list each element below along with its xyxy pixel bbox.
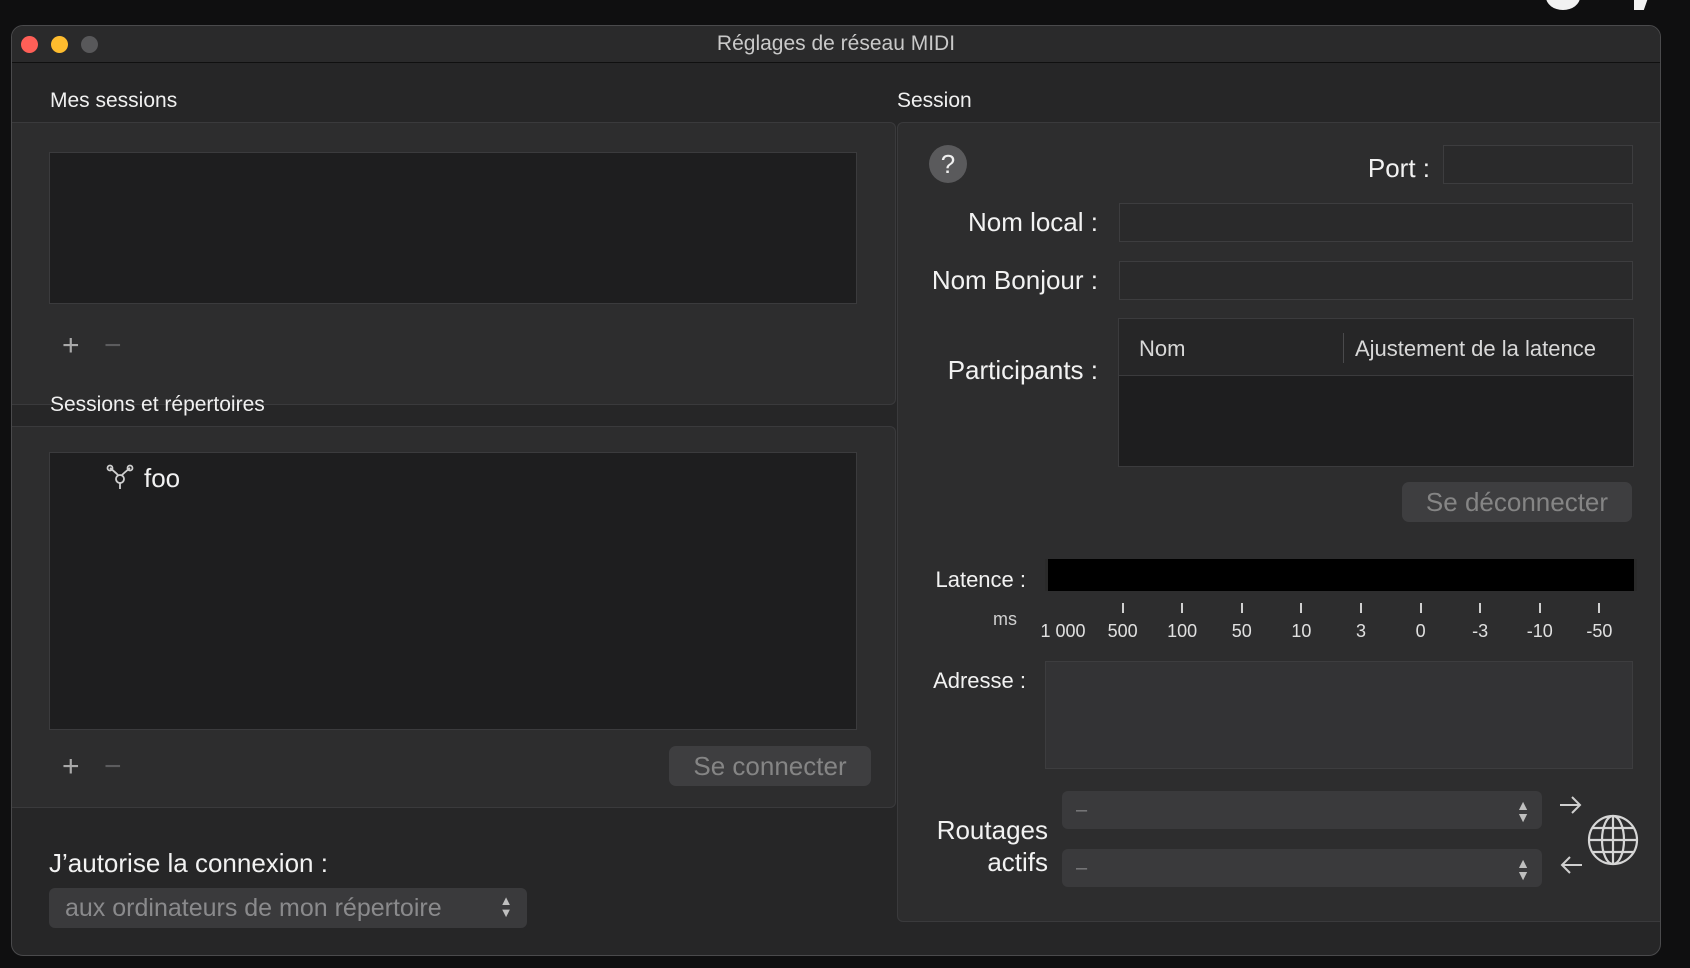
- chevron-up-down-icon: ▲ ▼: [499, 893, 513, 920]
- window-title: Réglages de réseau MIDI: [716, 32, 956, 55]
- directory-panel: foo + − Se connecter: [12, 426, 896, 808]
- add-session-button[interactable]: +: [62, 331, 80, 361]
- latency-tick: [1121, 603, 1124, 613]
- local-name-label: Nom local :: [967, 207, 1098, 237]
- routing-out-select[interactable]: – ▲ ▼: [1062, 791, 1542, 829]
- bonjour-name-field[interactable]: [1119, 261, 1633, 300]
- connect-button[interactable]: Se connecter: [669, 746, 871, 786]
- latency-tick: [1538, 603, 1541, 613]
- my-sessions-title: Mes sessions: [50, 89, 178, 112]
- add-directory-button[interactable]: +: [62, 752, 80, 782]
- arrow-right-icon: [1558, 793, 1584, 822]
- participants-label: Participants :: [947, 355, 1098, 385]
- globe-icon: [1586, 813, 1640, 872]
- my-sessions-list[interactable]: [49, 152, 857, 304]
- title-bar: Réglages de réseau MIDI: [12, 26, 1660, 63]
- port-field[interactable]: [1443, 145, 1633, 184]
- column-header-latency[interactable]: Ajustement de la latence: [1355, 336, 1596, 362]
- participants-header: Nom Ajustement de la latence: [1119, 319, 1633, 376]
- midi-network-window: Réglages de réseau MIDI Mes sessions + −…: [11, 25, 1661, 956]
- disconnect-button[interactable]: Se déconnecter: [1402, 482, 1632, 522]
- my-sessions-panel: + −: [12, 122, 896, 405]
- latency-tick-label: -3: [1472, 621, 1489, 641]
- remove-session-button[interactable]: −: [104, 331, 122, 361]
- directory-item-label: foo: [144, 463, 181, 493]
- session-panel: ? Port : Nom local : Nom Bonjour : Parti…: [897, 122, 1660, 922]
- latency-tick-label: -10: [1526, 621, 1553, 641]
- help-button[interactable]: ?: [929, 145, 967, 183]
- chevron-up-down-icon: ▲ ▼: [1516, 797, 1530, 825]
- allow-connection-value: aux ordinateurs de mon répertoire: [65, 894, 442, 922]
- routing-in-select[interactable]: – ▲ ▼: [1062, 849, 1542, 887]
- allow-connection-select[interactable]: aux ordinateurs de mon répertoire ▲ ▼: [49, 888, 527, 928]
- address-field: [1045, 661, 1633, 769]
- latency-tick-label: 0: [1415, 621, 1426, 641]
- remove-directory-button[interactable]: −: [104, 752, 122, 782]
- latency-tick-label: 3: [1355, 621, 1367, 641]
- latency-tick: [1360, 603, 1362, 613]
- latency-tick-label: 10: [1291, 621, 1312, 641]
- address-label: Adresse :: [933, 668, 1026, 693]
- latency-tick: [1419, 603, 1422, 613]
- latency-label: Latence :: [935, 567, 1026, 592]
- routing-label-line2: actifs: [987, 847, 1048, 877]
- list-item[interactable]: foo: [106, 461, 366, 495]
- latency-tick: [1240, 603, 1243, 613]
- participants-table[interactable]: Nom Ajustement de la latence: [1118, 318, 1634, 467]
- column-header-name[interactable]: Nom: [1139, 336, 1185, 362]
- bonjour-name-label: Nom Bonjour :: [931, 265, 1098, 295]
- routing-out-value: –: [1076, 799, 1088, 821]
- allow-connection-label: J’autorise la connexion :: [49, 848, 328, 878]
- port-label: Port :: [1367, 153, 1430, 183]
- latency-tick: [1300, 603, 1303, 613]
- latency-meter: [1045, 559, 1637, 591]
- latency-tick-label: -50: [1586, 621, 1613, 641]
- session-title: Session: [897, 89, 972, 112]
- routing-in-value: –: [1076, 857, 1088, 879]
- latency-tick-label: 50: [1231, 621, 1252, 641]
- latency-tick: [1598, 603, 1601, 613]
- latency-tick: [1181, 603, 1184, 613]
- latency-tick-label: 500: [1107, 621, 1138, 641]
- directory-list[interactable]: foo: [49, 452, 857, 730]
- column-divider: [1343, 333, 1344, 363]
- latency-unit: ms: [993, 609, 1017, 629]
- latency-tick-label: 1 000: [1040, 621, 1086, 641]
- arrow-left-icon: [1558, 853, 1584, 882]
- chevron-up-down-icon: ▲ ▼: [1516, 855, 1530, 883]
- routing-label-line1: Routages: [936, 815, 1048, 845]
- latency-tick-label: 100: [1167, 621, 1198, 641]
- network-bonjour-icon: [106, 463, 134, 491]
- routing-label: Routages actifs: [908, 814, 1048, 878]
- volume-icon[interactable]: [1634, 0, 1648, 10]
- latency-tick: [1479, 603, 1482, 613]
- menubar-status-icon[interactable]: [1546, 0, 1580, 10]
- directory-title: Sessions et répertoires: [50, 393, 265, 416]
- local-name-field[interactable]: [1119, 203, 1633, 242]
